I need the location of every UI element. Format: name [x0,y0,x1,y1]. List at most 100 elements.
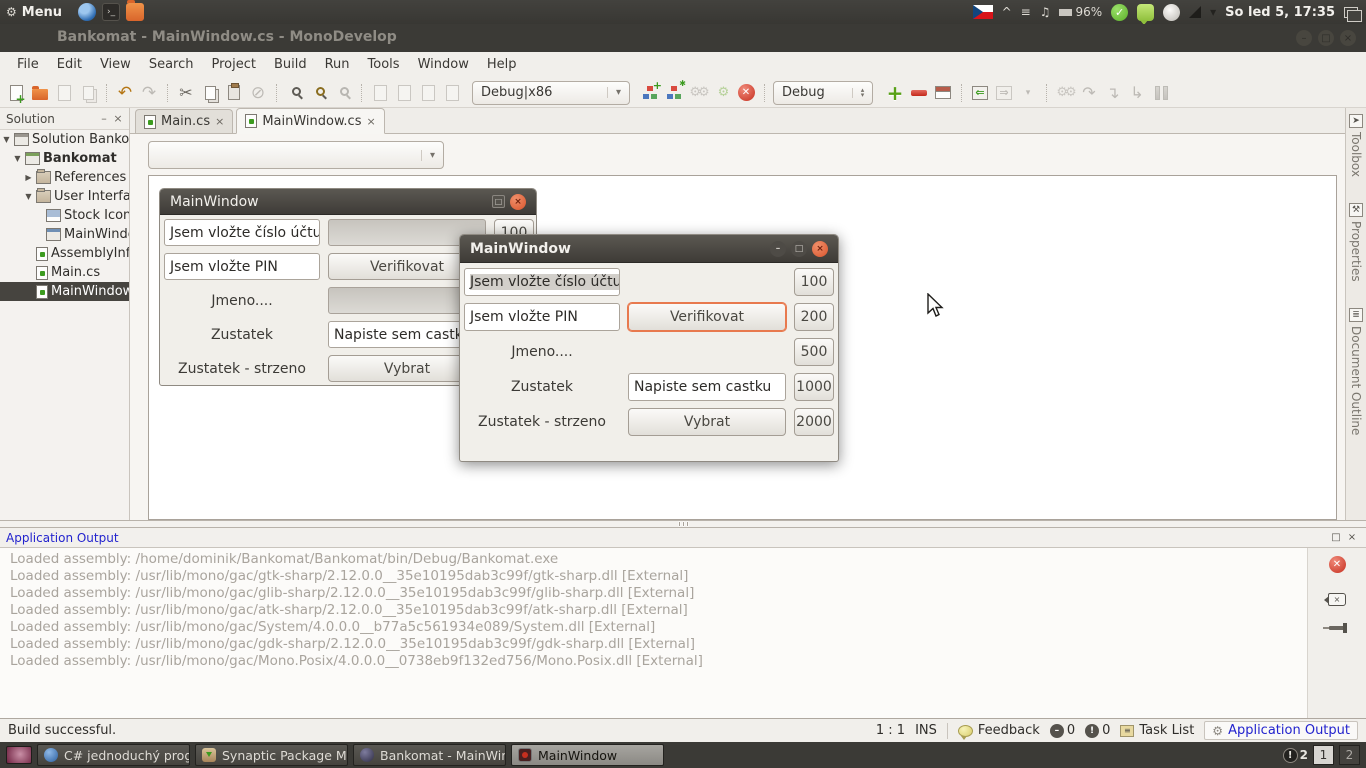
copy-button[interactable] [200,83,220,103]
network-icon[interactable]: ≡ [1021,5,1031,19]
desktop-menu-button[interactable]: ⚙ Menu [0,0,72,24]
menu-search[interactable]: Search [140,52,203,78]
withdraw-button[interactable]: Vybrat [628,408,786,436]
tab-close-icon[interactable]: × [215,115,224,128]
music-player-icon[interactable]: ♫ [1040,5,1051,19]
tab-properties[interactable]: ⚒ Properties [1349,203,1363,282]
save-all-button[interactable] [78,83,98,103]
workspace-1-button[interactable]: 1 [1313,745,1334,765]
export-dropdown-button[interactable]: ▾ [1018,83,1038,103]
debug-run-button[interactable]: ⚙⚙ [1055,83,1076,103]
feedback-button[interactable]: Feedback [957,723,1040,740]
battery-indicator[interactable]: 96% [1059,5,1102,19]
add-widget-button[interactable] [640,79,662,103]
open-button[interactable] [30,83,50,103]
maximize-button[interactable]: □ [791,240,807,257]
alert-icon[interactable]: ! [1282,747,1298,763]
run-with-button[interactable]: ⚙ [712,83,732,103]
close-button[interactable]: × [1340,30,1356,46]
verify-button[interactable]: Verifikovat [628,303,786,331]
stop-button[interactable]: ✕ [736,83,756,103]
import-button[interactable]: ⇐ [970,83,990,103]
stop-process-button[interactable]: ✕ [1328,556,1346,573]
close-button[interactable]: × [812,240,828,257]
error-counter[interactable]: – 0 [1049,723,1075,738]
menu-file[interactable]: File [8,52,48,78]
ide-titlebar[interactable]: Bankomat - MainWindow.cs - MonoDevelop –… [0,24,1366,52]
tree-item-mainwindow-cs[interactable]: MainWindow.cs [0,282,129,301]
task-list-button[interactable]: ≡ Task List [1120,723,1194,738]
pin-entry[interactable]: Jsem vložte PIN [164,253,320,280]
amount-entry[interactable]: Napiste sem castku [628,373,786,401]
nav-back-doc-button[interactable] [370,83,390,103]
menu-help[interactable]: Help [478,52,526,78]
task-csharp-tutorial[interactable]: C# jednoduchý prog... [37,744,190,766]
output-console[interactable]: Loaded assembly: /home/dominik/Bankomat/… [0,548,1307,718]
expander-icon[interactable]: ▼ [13,154,22,163]
design-surface[interactable]: MainWindow □ × Jsem vložte číslo účtu 10… [148,175,1337,520]
tree-item-user-interface[interactable]: ▼ User Interface [0,187,129,206]
save-button[interactable] [54,83,74,103]
maximize-button[interactable]: □ [492,195,505,208]
application-output-toggle[interactable]: ⚙ Application Output [1204,721,1358,740]
dock-button[interactable]: □ [1328,532,1344,543]
redo-button[interactable]: ↷ [139,83,159,103]
find-in-files-button[interactable] [333,83,353,103]
minimize-button[interactable]: – [770,240,786,257]
expander-icon[interactable]: ▼ [24,192,33,201]
caret-indicator-icon[interactable]: ^ [1002,5,1012,19]
tree-item-project-bankomat[interactable]: ▼ Bankomat [0,149,129,168]
tab-mainwindow-cs[interactable]: MainWindow.cs × [236,108,385,134]
nav-last-doc-button[interactable] [442,83,462,103]
tree-item-references[interactable]: ▶ References [0,168,129,187]
desktop-thumbnail[interactable] [6,746,32,764]
downloads-tray-icon[interactable]: ▾ [1210,5,1216,19]
terminal-launcher-icon[interactable]: ›_ [102,3,121,21]
remove-config-button[interactable] [909,83,929,103]
warning-counter[interactable]: ! 0 [1085,723,1110,738]
build-settings-button[interactable]: ⚙⚙ [688,83,709,103]
running-window-titlebar[interactable]: MainWindow – □ × [460,235,838,263]
new-file-button[interactable] [6,83,26,106]
add-config-button[interactable]: + [885,81,905,105]
block-button[interactable]: ⊘ [248,83,268,103]
add-widget-special-button[interactable] [664,79,686,103]
pad-close-button[interactable]: × [111,112,125,125]
tab-close-icon[interactable]: × [366,115,375,128]
menu-view[interactable]: View [91,52,140,78]
tab-main-cs[interactable]: Main.cs × [135,109,234,133]
clock[interactable]: So led 5, 17:35 [1225,5,1335,20]
tab-document-outline[interactable]: ≣ Document Outline [1349,307,1363,435]
find-replace-button[interactable] [309,83,329,103]
notes-tray-icon[interactable] [1137,3,1155,25]
undo-button[interactable]: ↶ [115,83,135,103]
evernote-tray-icon[interactable] [1163,3,1181,21]
pin-output-button[interactable] [1323,623,1347,633]
menu-edit[interactable]: Edit [48,52,91,78]
tree-item-assemblyinfo[interactable]: AssemblyInfo.cs [0,244,129,263]
nav-prev-doc-button[interactable] [394,83,414,103]
nav-next-doc-button[interactable] [418,83,438,103]
maximize-button[interactable]: □ [1318,30,1334,46]
step-into-button[interactable]: ↴ [1103,83,1123,103]
amount-2000-button[interactable]: 2000 [794,408,834,436]
menu-tools[interactable]: Tools [359,52,409,78]
account-number-entry[interactable]: Jsem vložte číslo účtu [164,219,320,246]
volume-tray-icon[interactable] [1189,6,1202,18]
menu-build[interactable]: Build [265,52,316,78]
task-monodevelop[interactable]: Bankomat - MainWin... [353,744,506,766]
skype-tray-icon[interactable]: ✓ [1111,3,1129,21]
browser-launcher-icon[interactable] [78,3,97,21]
amount-1000-button[interactable]: 1000 [794,373,834,401]
running-mainwindow[interactable]: MainWindow – □ × Jsem vložte číslo účtu … [459,234,839,462]
workspace-2-button[interactable]: 2 [1339,745,1360,765]
build-config-combo[interactable]: Debug|x86 ▾ [472,80,630,105]
step-out-button[interactable]: ↳ [1127,83,1147,103]
tab-toolbox[interactable]: ➤ Toolbox [1349,114,1363,177]
close-panel-button[interactable]: × [1344,532,1360,543]
account-number-entry[interactable]: Jsem vložte číslo účtu [464,268,620,296]
pin-entry[interactable]: Jsem vložte PIN [464,303,620,331]
window-layout-button[interactable] [933,83,953,103]
task-synaptic[interactable]: Synaptic Package M... [195,744,348,766]
step-over-button[interactable]: ↷ [1079,83,1099,103]
